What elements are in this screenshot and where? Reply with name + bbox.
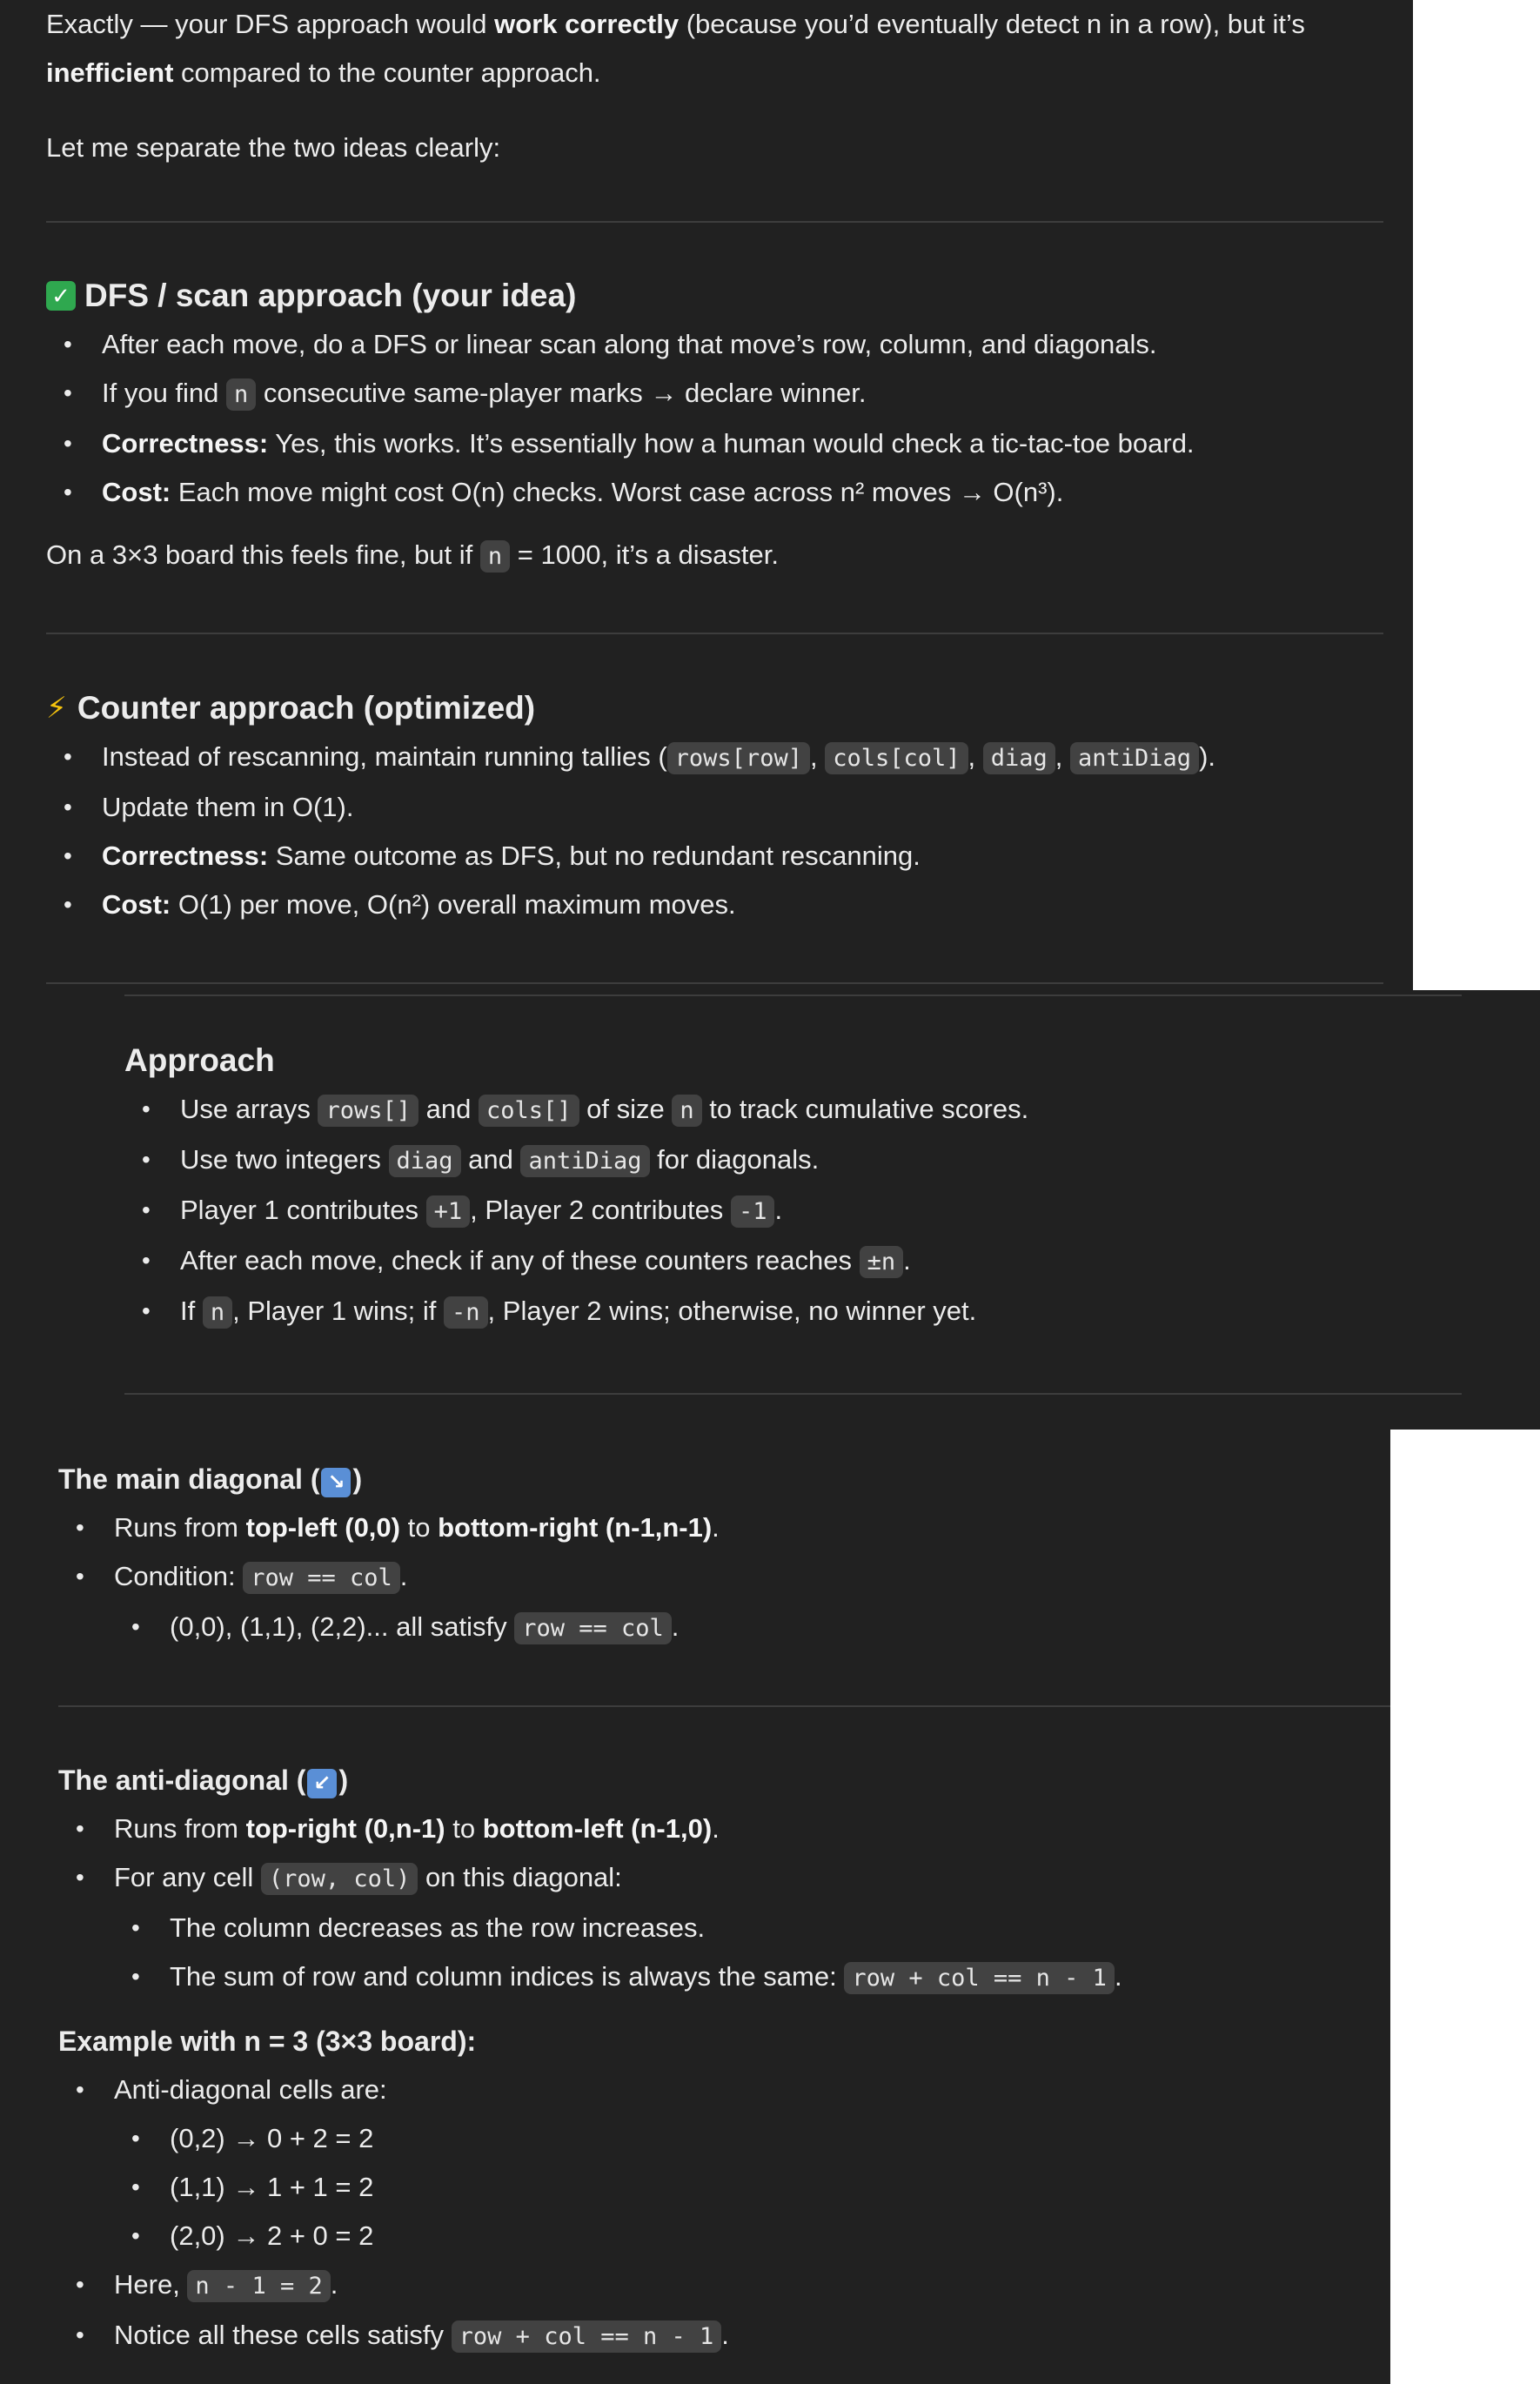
approach-list: Use arrays rows[] and cols[] of size n t… xyxy=(124,1085,1462,1337)
list-item: Correctness: Same outcome as DFS, but no… xyxy=(46,832,1383,881)
intro-text: compared to the counter approach. xyxy=(173,57,601,88)
inline-code: antiDiag xyxy=(1070,742,1200,774)
intro-text: Exactly — your DFS approach would xyxy=(46,9,495,39)
anti-diagonal-heading: The anti-diagonal (↙) xyxy=(58,1756,1390,1805)
divider xyxy=(46,982,1383,984)
list-item: Here, n - 1 = 2. xyxy=(58,2260,1390,2311)
counter-heading: ⚡ Counter approach (optimized) xyxy=(46,684,1383,733)
check-mark-icon: ✓ xyxy=(46,281,76,311)
list-item: Cost: O(1) per move, O(n²) overall maxim… xyxy=(46,881,1383,929)
list-item: For any cell (row, col) on this diagonal… xyxy=(58,1853,1390,1904)
list-item: Correctness: Yes, this works. It’s essen… xyxy=(46,419,1383,468)
intro-paragraph: Exactly — your DFS approach would work c… xyxy=(46,0,1383,97)
dfs-list: After each move, do a DFS or linear scan… xyxy=(46,320,1383,517)
list-item: Runs from top-right (0,n-1) to bottom-le… xyxy=(58,1805,1390,1853)
inline-code: cols[] xyxy=(478,1095,579,1127)
inline-code: ±n xyxy=(859,1246,904,1278)
inline-code: antiDiag xyxy=(520,1145,650,1177)
arrow-down-right-icon: ↘ xyxy=(321,1468,352,1497)
sub-list-item: (2,0) → 2 + 0 = 2 xyxy=(58,2212,1390,2260)
inline-code: row + col == n - 1 xyxy=(451,2320,722,2353)
chat-message-panel-3: The main diagonal (↘) Runs from top-left… xyxy=(0,1430,1390,2384)
chat-message-panel-2: Approach Use arrays rows[] and cols[] of… xyxy=(0,990,1540,1430)
inline-code: n xyxy=(479,540,511,573)
inline-code: row == col xyxy=(514,1612,672,1644)
list-item: If n, Player 1 wins; if -n, Player 2 win… xyxy=(124,1287,1462,1337)
example-list: Anti-diagonal cells are: (0,2) → 0 + 2 =… xyxy=(58,2066,1390,2361)
sub-list-item: (1,1) → 1 + 1 = 2 xyxy=(58,2163,1390,2212)
separate-text: Let me separate the two ideas clearly: xyxy=(46,132,501,163)
list-item: Instead of rescanning, maintain running … xyxy=(46,733,1383,783)
dfs-heading-text: DFS / scan approach (your idea) xyxy=(84,278,577,313)
divider xyxy=(58,1705,1390,1707)
arrow-down-left-icon: ↙ xyxy=(307,1769,338,1798)
divider xyxy=(124,994,1462,996)
list-item: Notice all these cells satisfy row + col… xyxy=(58,2311,1390,2361)
inline-code: rows[] xyxy=(318,1095,419,1127)
counter-heading-text: Counter approach (optimized) xyxy=(77,690,536,726)
list-item: Player 1 contributes +1, Player 2 contri… xyxy=(124,1186,1462,1236)
anti-diagonal-list: Runs from top-right (0,n-1) to bottom-le… xyxy=(58,1805,1390,2003)
sub-list-item: The column decreases as the row increase… xyxy=(58,1904,1390,1952)
inline-code: diag xyxy=(982,742,1055,774)
list-item: Anti-diagonal cells are: xyxy=(58,2066,1390,2114)
intro-text: (because you’d eventually detect n in a … xyxy=(679,9,1305,39)
inline-code: diag xyxy=(388,1145,461,1177)
sub-list-item: (0,0), (1,1), (2,2)... all satisfy row =… xyxy=(58,1603,1390,1653)
inline-code: n xyxy=(202,1296,233,1329)
inline-code: n xyxy=(672,1095,702,1127)
inline-code: +1 xyxy=(425,1195,471,1228)
inline-code: cols[col] xyxy=(825,742,968,774)
approach-heading: Approach xyxy=(124,1042,275,1078)
inline-code: n xyxy=(226,378,257,411)
intro-bold-work-correctly: work correctly xyxy=(494,9,680,39)
inline-code: rows[row] xyxy=(666,742,810,774)
lightning-icon: ⚡ xyxy=(46,692,67,725)
list-item: After each move, do a DFS or linear scan… xyxy=(46,320,1383,369)
example-heading: Example with n = 3 (3×3 board): xyxy=(58,2026,477,2057)
list-item: Runs from top-left (0,0) to bottom-right… xyxy=(58,1503,1390,1552)
list-item: Cost: Each move might cost O(n) checks. … xyxy=(46,468,1383,517)
list-item: If you find n consecutive same-player ma… xyxy=(46,369,1383,419)
list-item: Update them in O(1). xyxy=(46,783,1383,832)
inline-code: row == col xyxy=(243,1562,400,1594)
inline-code: row + col == n - 1 xyxy=(844,1962,1115,1994)
counter-list: Instead of rescanning, maintain running … xyxy=(46,733,1383,929)
list-item: Use arrays rows[] and cols[] of size n t… xyxy=(124,1085,1462,1135)
inline-code: -1 xyxy=(730,1195,775,1228)
inline-code: (row, col) xyxy=(260,1863,418,1895)
list-item: Condition: row == col. xyxy=(58,1552,1390,1603)
divider xyxy=(124,1393,1462,1395)
inline-code: n - 1 = 2 xyxy=(187,2270,331,2302)
main-diagonal-heading: The main diagonal (↘) xyxy=(58,1455,1390,1503)
intro-bold-inefficient: inefficient xyxy=(46,57,174,88)
chat-message-panel-1: Exactly — your DFS approach would work c… xyxy=(0,0,1413,990)
sub-list-item: The sum of row and column indices is alw… xyxy=(58,1952,1390,2003)
dfs-heading: ✓ DFS / scan approach (your idea) xyxy=(46,271,1383,320)
sub-list-item: (0,2) → 0 + 2 = 2 xyxy=(58,2114,1390,2163)
dfs-note: On a 3×3 board this feels fine, but if n… xyxy=(46,531,1383,581)
main-diagonal-list: Runs from top-left (0,0) to bottom-right… xyxy=(58,1503,1390,1653)
divider xyxy=(46,633,1383,634)
inline-code: -n xyxy=(444,1296,488,1329)
list-item: Use two integers diag and antiDiag for d… xyxy=(124,1135,1462,1186)
list-item: After each move, check if any of these c… xyxy=(124,1236,1462,1287)
divider xyxy=(46,221,1383,223)
